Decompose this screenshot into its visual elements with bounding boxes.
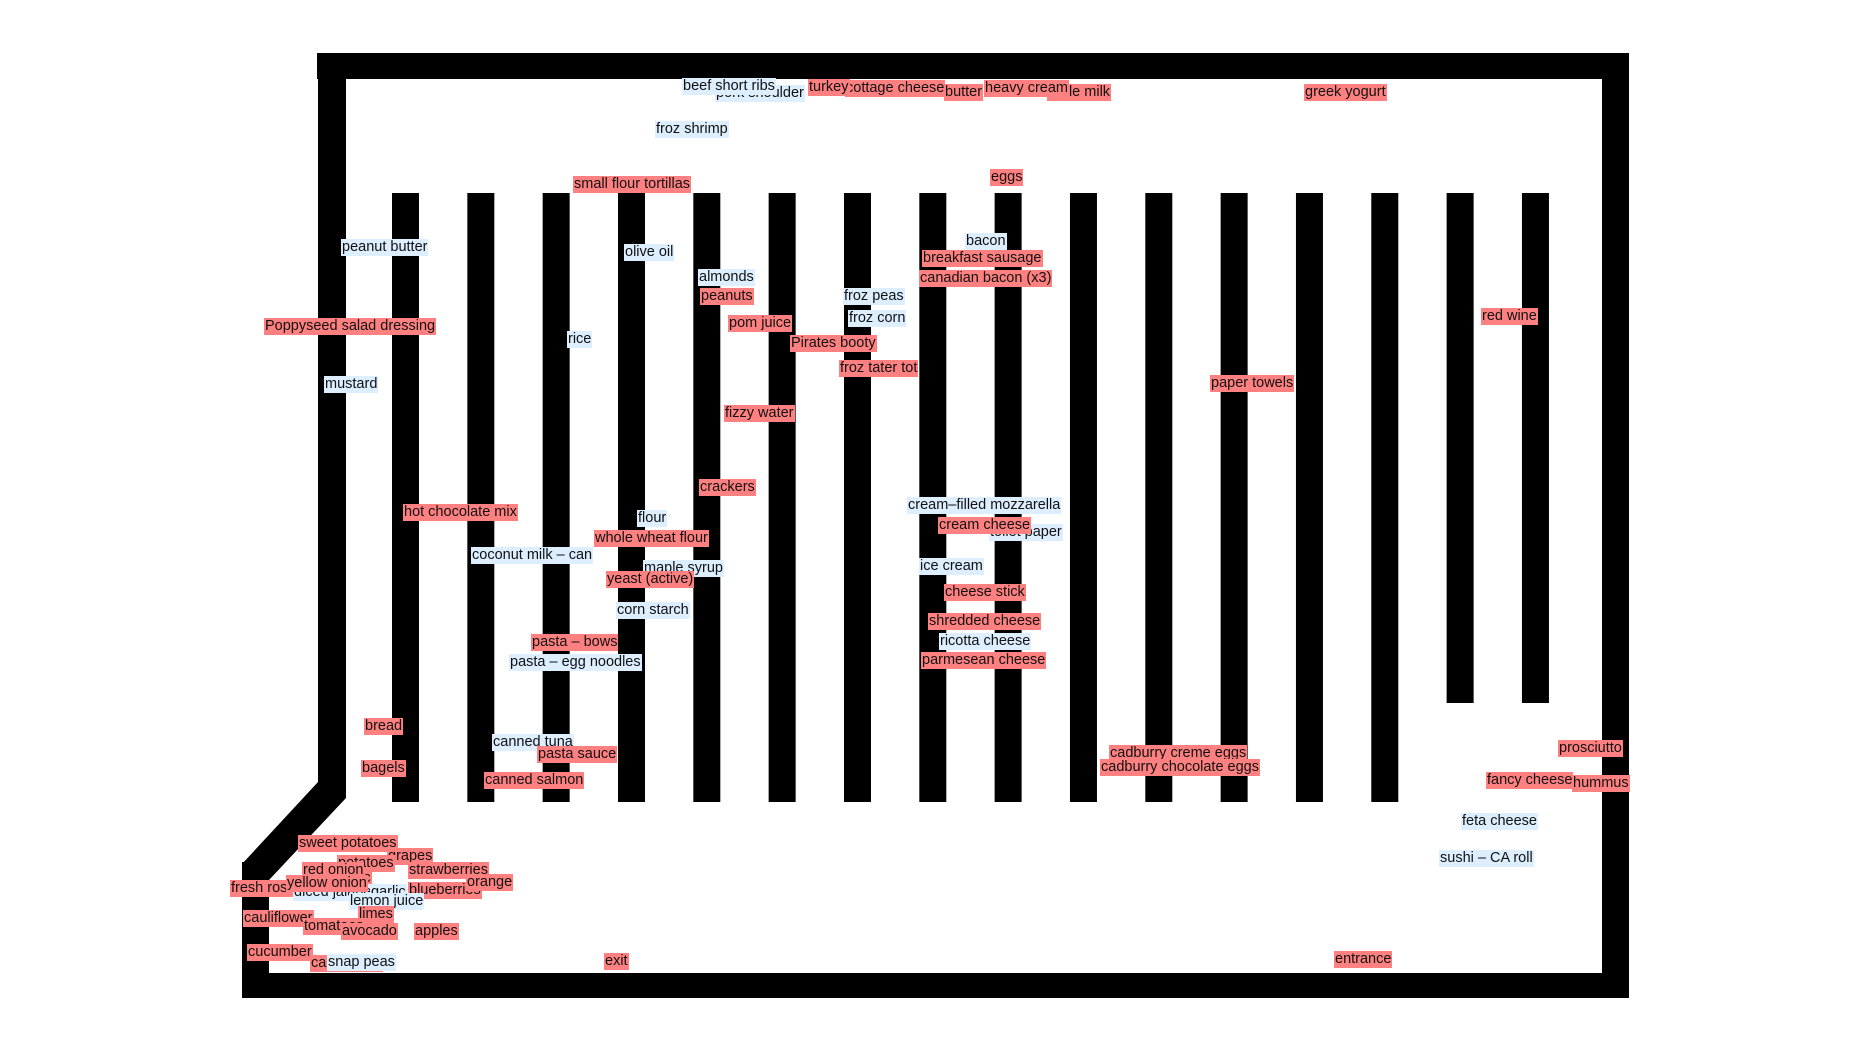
item-label-needed: pom juice [728,315,793,332]
item-label-needed: cream cheese [938,517,1032,534]
shelf-aisle [1295,193,1323,802]
shelf-aisle [1220,193,1248,802]
item-label-have: olive oil [624,244,675,261]
item-label-needed: avocado [341,923,398,940]
item-label-needed: cottage cheese [845,80,946,97]
item-label-needed: small flour tortillas [573,176,692,193]
item-label-needed: exit [604,953,629,970]
wall-left-upper [318,53,346,798]
item-label-needed: butter [944,84,984,101]
wall-bottom [242,973,1629,998]
item-label-needed: breakfast sausage [922,250,1043,267]
item-label-have: peanut butter [341,239,429,256]
item-label-needed: pasta sauce [537,746,618,763]
item-label-needed: Pirates booty [790,335,877,352]
shelf-aisle [843,193,871,802]
wall-right [1602,53,1629,998]
item-label-needed: Poppyseed salad dressing [264,318,437,335]
item-label-have: ricotta cheese [939,633,1032,650]
item-label-have: feta cheese [1461,813,1538,830]
item-label-needed: bread [364,718,404,735]
item-label-needed: hummus [1572,775,1630,792]
store-map: pork shoulderbeef short ribscottage chee… [0,0,1871,1052]
item-label-needed: cadburry chocolate eggs [1100,759,1260,776]
item-label-needed: peanuts [700,288,754,305]
shelf-aisle [768,193,796,802]
item-label-have: cream–filled mozzarella [907,497,1062,514]
item-label-have: sushi – CA roll [1439,850,1534,867]
item-label-needed: cheese stick [944,584,1026,601]
shelf-aisle [1371,193,1399,802]
item-label-have: bacon [965,233,1007,250]
shelf-aisle [467,193,495,802]
item-label-needed: whole wheat flour [594,530,709,547]
item-label-needed: entrance [1334,951,1393,968]
item-label-needed: turkey [808,79,850,96]
item-label-needed: canadian bacon (x3) [919,270,1053,287]
item-label-needed: froz tater tot [839,360,919,377]
item-label-have: ice cream [919,558,984,575]
item-label-needed: prosciutto [1558,740,1623,757]
item-label-needed: hot chocolate mix [403,504,518,521]
item-label-needed: heavy cream [984,80,1070,97]
item-label-needed: parmesean cheese [921,652,1047,669]
wall-top [317,53,1629,79]
item-label-needed: canned salmon [484,772,585,789]
shelf-aisle [1521,193,1549,703]
shelf-aisle [617,193,645,802]
item-label-needed: pasta – bows [531,634,619,651]
item-label-have: froz peas [843,288,905,305]
item-label-needed: yeast (active) [606,571,695,588]
item-label-needed: sweet potatoes [298,835,398,852]
shelf-aisle [542,193,570,802]
item-label-have: froz shrimp [655,121,729,138]
item-label-have: corn starch [616,602,690,619]
item-label-have: pasta – egg noodles [509,654,642,671]
item-label-have: almonds [698,269,755,286]
item-label-needed: crackers [699,479,756,496]
item-label-needed: fancy cheese [1486,772,1574,789]
shelf-aisle [1069,193,1097,802]
item-label-needed: bagels [361,760,406,777]
shelf-aisle [392,193,419,802]
item-label-needed: apples [414,923,459,940]
item-label-have: beef short ribs [682,78,776,95]
item-label-have: rice [567,331,593,348]
item-label-needed: yellow onion [286,875,368,892]
item-label-needed: red wine [1481,308,1538,325]
item-label-needed: greek yogurt [1304,84,1387,101]
item-label-have: mustard [324,376,379,393]
item-label-needed: shredded cheese [928,613,1042,630]
item-label-have: froz corn [848,310,907,327]
item-label-needed: paper towels [1210,375,1295,392]
item-label-have: coconut milk – can [471,547,594,564]
item-label-have: snap peas [327,954,396,971]
item-label-have: flour [637,510,668,527]
shelf-aisle [1145,193,1173,802]
item-label-needed: orange [466,874,514,891]
item-label-needed: fizzy water [724,405,795,422]
shelf-aisle [1446,193,1474,703]
item-label-needed: cucumber [247,944,313,961]
item-label-needed: eggs [990,169,1024,186]
